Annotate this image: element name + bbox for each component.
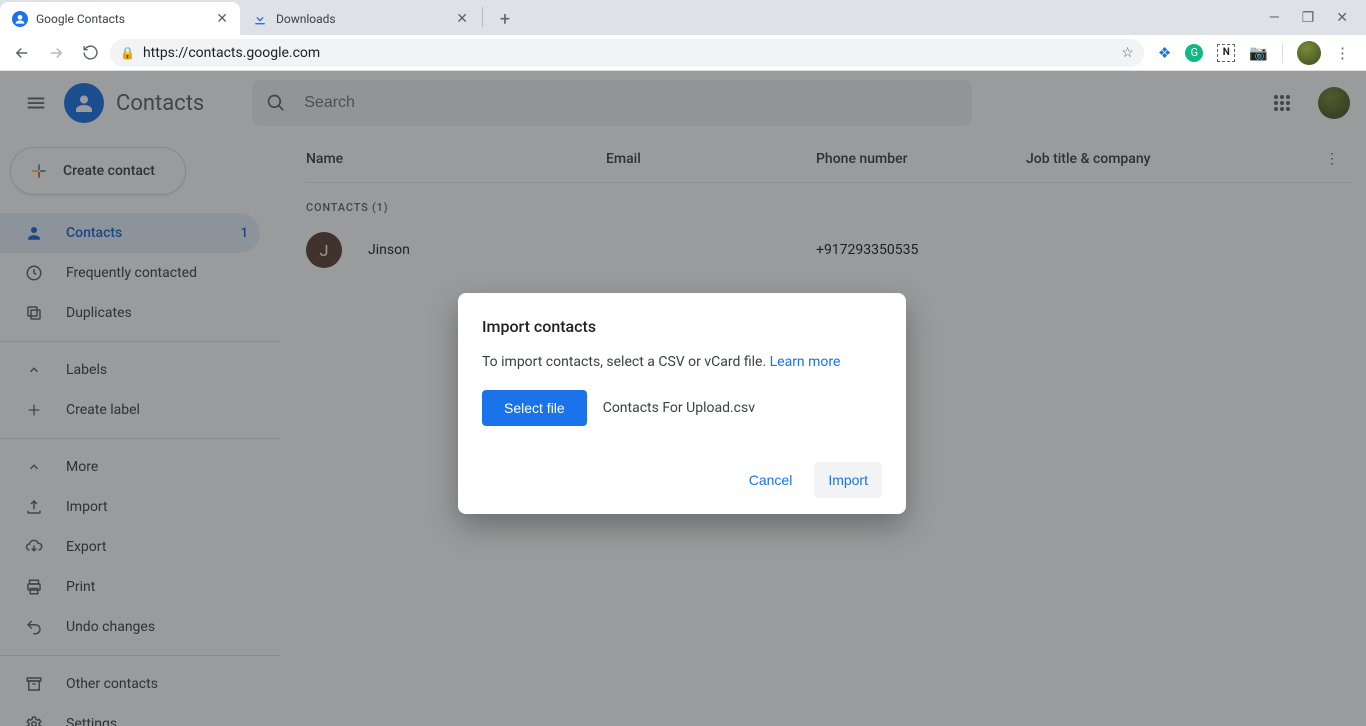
- nav-forward-icon[interactable]: [42, 39, 70, 67]
- browser-tab-title: Google Contacts: [36, 12, 125, 26]
- nav-reload-icon[interactable]: [76, 39, 104, 67]
- window-close-icon[interactable]: ✕: [1336, 10, 1348, 26]
- extension-icon[interactable]: G: [1185, 44, 1203, 62]
- address-bar[interactable]: 🔒 https://contacts.google.com ☆: [110, 39, 1144, 67]
- browser-tab-title: Downloads: [276, 12, 336, 26]
- dialog-body-text: To import contacts, select a CSV or vCar…: [482, 354, 770, 370]
- tab-separator: [482, 7, 483, 27]
- lock-icon: 🔒: [120, 46, 135, 60]
- nav-back-icon[interactable]: [8, 39, 36, 67]
- close-icon[interactable]: ✕: [216, 11, 228, 27]
- cancel-button[interactable]: Cancel: [735, 462, 807, 498]
- contacts-favicon: [12, 11, 28, 27]
- select-file-button[interactable]: Select file: [482, 390, 587, 426]
- close-icon[interactable]: ✕: [456, 11, 468, 27]
- extension-icon[interactable]: ❖: [1158, 44, 1171, 62]
- contacts-app: Contacts Create contact Contacts 1: [0, 71, 1366, 726]
- browser-tab[interactable]: Downloads ✕: [240, 2, 480, 35]
- browser-tab-active[interactable]: Google Contacts ✕: [0, 2, 240, 35]
- download-favicon: [252, 11, 268, 27]
- browser-tab-strip: Google Contacts ✕ Downloads ✕ + ― ❐ ✕: [0, 0, 1366, 35]
- learn-more-link[interactable]: Learn more: [770, 354, 841, 370]
- browser-menu-icon[interactable]: ⋮: [1335, 44, 1350, 62]
- window-minimize-icon[interactable]: ―: [1269, 10, 1280, 26]
- import-contacts-dialog: Import contacts To import contacts, sele…: [458, 293, 906, 514]
- selected-file-name: Contacts For Upload.csv: [603, 400, 755, 416]
- new-tab-button[interactable]: +: [491, 5, 519, 33]
- star-icon[interactable]: ☆: [1121, 45, 1134, 61]
- profile-avatar[interactable]: [1297, 41, 1321, 65]
- dialog-title: Import contacts: [482, 317, 882, 336]
- import-button[interactable]: Import: [814, 462, 882, 498]
- extension-icon[interactable]: 📷: [1249, 44, 1268, 62]
- window-maximize-icon[interactable]: ❐: [1302, 10, 1315, 26]
- dialog-body: To import contacts, select a CSV or vCar…: [482, 354, 882, 370]
- browser-toolbar: 🔒 https://contacts.google.com ☆ ❖ G N 📷 …: [0, 35, 1366, 71]
- extension-icon[interactable]: N: [1217, 44, 1235, 62]
- separator: [1282, 43, 1283, 63]
- url-text: https://contacts.google.com: [143, 45, 320, 61]
- extensions-area: ❖ G N 📷 ⋮: [1150, 41, 1358, 65]
